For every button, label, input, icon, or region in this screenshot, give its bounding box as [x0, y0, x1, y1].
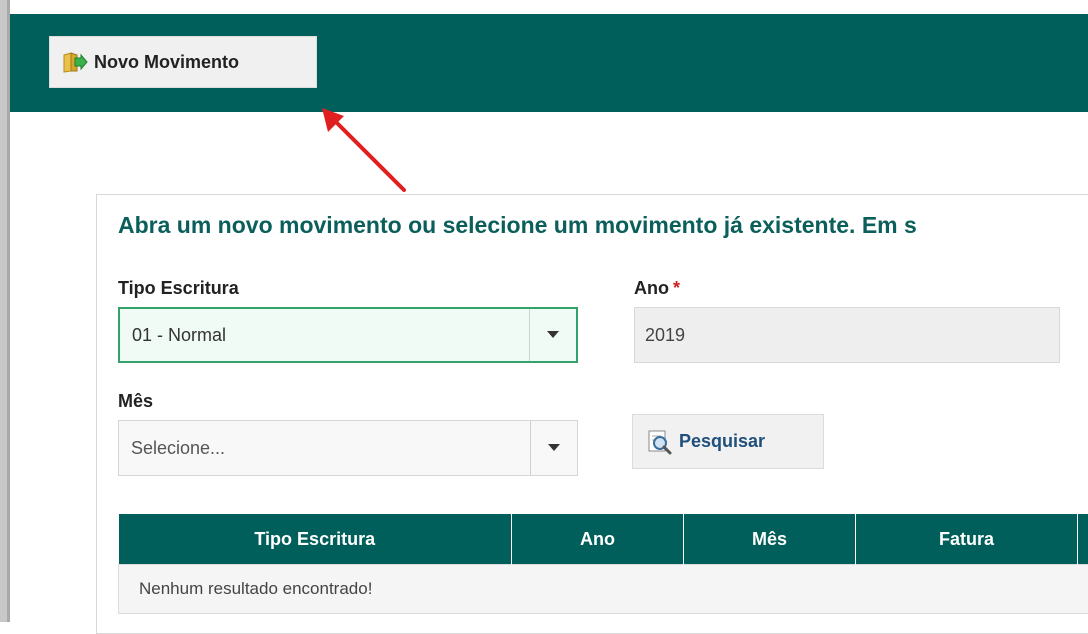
tipo-escritura-select[interactable]: 01 - Normal: [118, 307, 578, 363]
mes-select[interactable]: Selecione...: [118, 420, 578, 476]
ano-input[interactable]: 2019: [634, 307, 1060, 363]
search-button[interactable]: Pesquisar: [632, 414, 824, 469]
table-row: Nenhum resultado encontrado!: [119, 565, 1088, 614]
new-movement-button[interactable]: Novo Movimento: [49, 36, 317, 88]
required-asterisk: *: [673, 278, 680, 298]
annotation-arrow: [318, 108, 408, 194]
ano-label: Ano*: [634, 278, 680, 299]
mes-value: Selecione...: [119, 438, 530, 459]
column-header-extra: [1078, 514, 1088, 565]
column-header-tipo-escritura[interactable]: Tipo Escritura: [119, 514, 512, 565]
column-header-fatura[interactable]: Fatura: [856, 514, 1078, 565]
table-header-row: Tipo Escritura Ano Mês Fatura: [119, 514, 1088, 565]
results-table: Tipo Escritura Ano Mês Fatura Nenhum res…: [118, 514, 1088, 614]
tipo-escritura-label: Tipo Escritura: [118, 278, 239, 299]
column-header-ano[interactable]: Ano: [512, 514, 684, 565]
magnifier-page-icon: [647, 429, 673, 455]
ano-label-text: Ano: [634, 278, 669, 298]
column-header-mes[interactable]: Mês: [684, 514, 856, 565]
folder-arrow-icon: [62, 49, 88, 75]
ano-value: 2019: [645, 325, 685, 346]
tipo-escritura-value: 01 - Normal: [120, 325, 529, 346]
empty-results-message: Nenhum resultado encontrado!: [119, 565, 1088, 614]
new-movement-label: Novo Movimento: [94, 52, 239, 73]
chevron-down-icon[interactable]: [530, 421, 577, 475]
chevron-down-icon[interactable]: [529, 309, 576, 361]
search-button-label: Pesquisar: [679, 431, 765, 452]
mes-label: Mês: [118, 391, 153, 412]
panel-title: Abra um novo movimento ou selecione um m…: [118, 212, 917, 239]
